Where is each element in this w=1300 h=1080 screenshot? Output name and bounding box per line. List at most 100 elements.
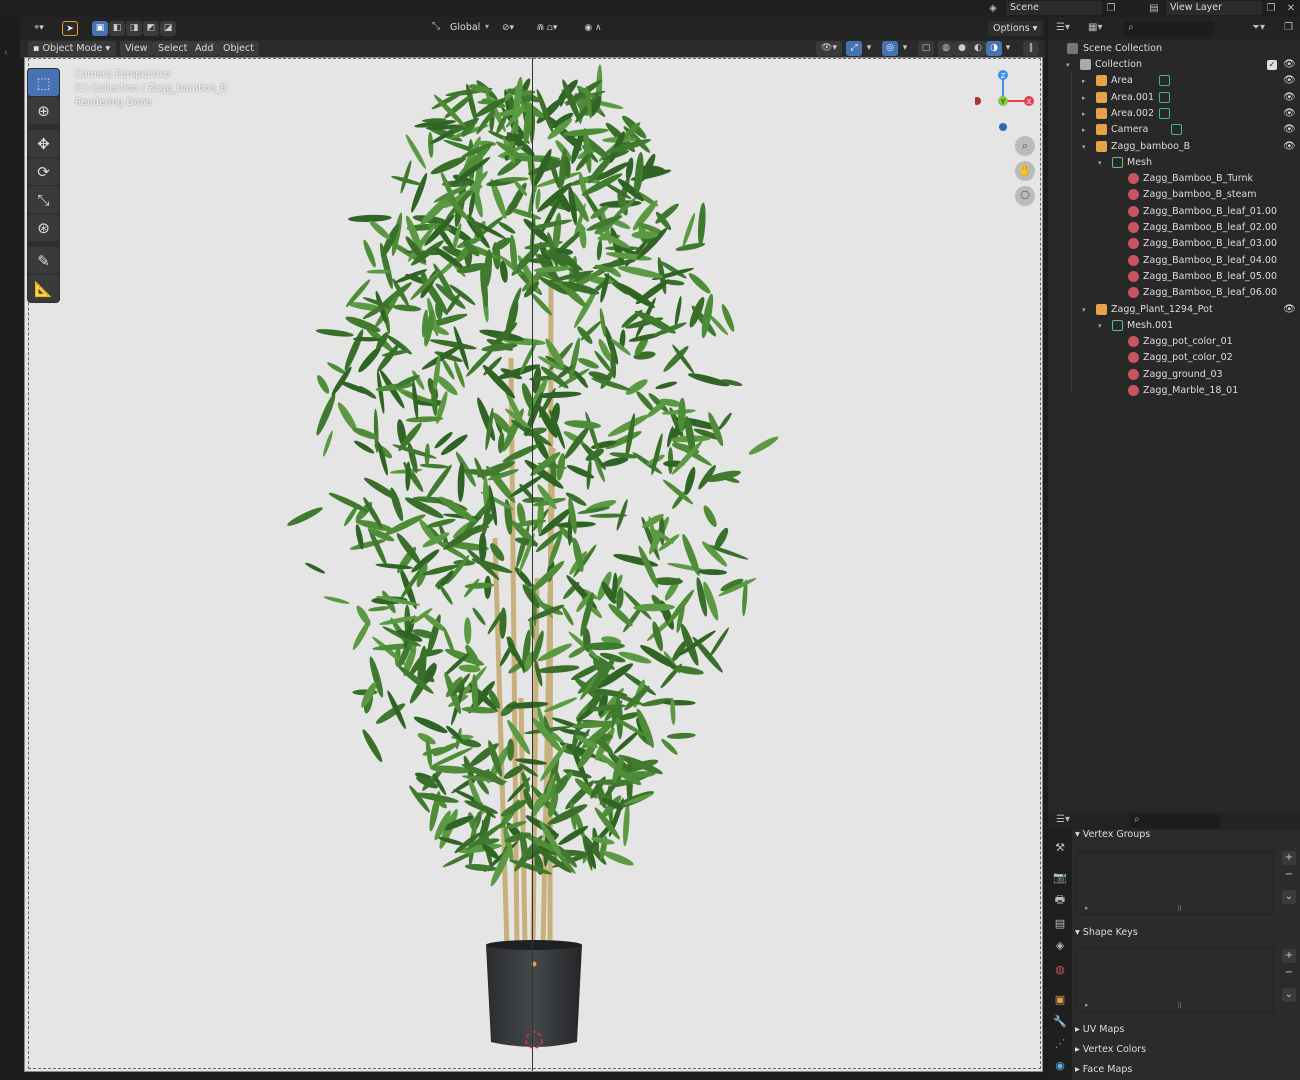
outliner-row-material[interactable]: Zagg_Bamboo_B_leaf_06.00 bbox=[1048, 285, 1300, 301]
tool-tab-icon[interactable]: ⚒ bbox=[1052, 840, 1068, 856]
vertex-group-menu-button[interactable]: ⌄ bbox=[1282, 890, 1296, 904]
collapse-arrow-icon[interactable]: ‹ bbox=[4, 48, 8, 58]
display-mode-icon[interactable]: ▦▾ bbox=[1088, 22, 1102, 33]
select-intersect-icon[interactable]: ◪ bbox=[160, 21, 176, 36]
axis-neg-z-icon[interactable] bbox=[999, 123, 1007, 131]
disclosure-triangle-icon[interactable]: ▸ bbox=[1082, 73, 1090, 89]
outliner-row-scene-collection[interactable]: Scene Collection bbox=[1048, 41, 1300, 57]
expand-icon[interactable]: ▸ bbox=[1085, 904, 1089, 912]
add-menu[interactable]: Add bbox=[190, 41, 219, 56]
xray-icon[interactable]: ▢ bbox=[918, 41, 934, 56]
move-icon[interactable]: ✥ bbox=[28, 130, 59, 157]
outliner-row-material[interactable]: Zagg_Bamboo_B_leaf_02.00 bbox=[1048, 220, 1300, 236]
disclosure-triangle-icon[interactable]: ▾ bbox=[1082, 302, 1090, 318]
outliner-row-light[interactable]: ▸ Area.001 👁 bbox=[1048, 90, 1300, 106]
physics-tab-icon[interactable]: ◉ bbox=[1052, 1058, 1068, 1074]
shape-key-menu-button[interactable]: ⌄ bbox=[1282, 988, 1296, 1002]
new-scene-icon[interactable]: ❐ bbox=[1104, 1, 1118, 15]
remove-vertex-group-button[interactable]: − bbox=[1282, 868, 1296, 882]
remove-shape-key-button[interactable]: − bbox=[1282, 966, 1296, 980]
face-maps-section[interactable]: ▸ Face Maps bbox=[1075, 1061, 1300, 1079]
properties-editor-icon[interactable]: ☰▾ bbox=[1056, 814, 1070, 825]
proportional-edit-icon[interactable]: ◉ ∧ bbox=[575, 21, 611, 36]
disclosure-triangle-icon[interactable]: ▾ bbox=[1082, 139, 1090, 155]
new-collection-icon[interactable]: ❐ bbox=[1284, 22, 1293, 33]
eye-icon[interactable]: 👁 bbox=[1283, 302, 1296, 318]
expand-icon[interactable]: ▸ bbox=[1085, 1001, 1089, 1009]
scale-icon[interactable]: ⤡ bbox=[28, 186, 59, 213]
outliner-search-input[interactable]: ⌕ bbox=[1124, 21, 1214, 36]
shape-keys-list[interactable]: ▸ ⠿ bbox=[1076, 948, 1274, 1012]
outliner-row-material[interactable]: Zagg_Bamboo_B_Turnk bbox=[1048, 171, 1300, 187]
overlay-toggle-icon[interactable]: ◎ bbox=[882, 41, 898, 56]
mode-dropdown[interactable]: ▪ Object Mode ▾ bbox=[28, 41, 116, 56]
particles-tab-icon[interactable]: ⋰ bbox=[1052, 1036, 1068, 1052]
3d-viewport[interactable]: Camera Perspective (1) Collection | Zagg… bbox=[24, 57, 1043, 1072]
outliner-row-material[interactable]: Zagg_bamboo_B_steam bbox=[1048, 187, 1300, 203]
pause-render-icon[interactable]: ‖ bbox=[1023, 41, 1039, 56]
eye-icon[interactable]: 👁 bbox=[1283, 106, 1296, 122]
pivot-icon[interactable]: ⊘▾ bbox=[500, 21, 516, 36]
vertex-colors-section[interactable]: ▸ Vertex Colors bbox=[1075, 1041, 1300, 1059]
eye-icon[interactable]: 👁 bbox=[1283, 122, 1296, 138]
vertex-groups-section[interactable]: ▾ Vertex Groups bbox=[1075, 826, 1300, 844]
object-data-icon[interactable] bbox=[1171, 124, 1182, 136]
material-shading-icon[interactable]: ◐ bbox=[970, 41, 986, 56]
shading-dropdown-icon[interactable]: ▾ bbox=[1002, 41, 1014, 56]
outliner-editor-icon[interactable]: ☰▾ bbox=[1056, 22, 1070, 33]
object-data-icon[interactable] bbox=[1159, 75, 1170, 87]
disclosure-triangle-icon[interactable]: ▸ bbox=[1082, 90, 1090, 106]
close-icon[interactable]: ✕ bbox=[1284, 1, 1298, 15]
object-menu[interactable]: Object bbox=[218, 41, 259, 56]
render-tab-icon[interactable]: 📷 bbox=[1052, 870, 1068, 886]
select-box-icon[interactable]: ⬚ bbox=[28, 69, 59, 96]
add-shape-key-button[interactable]: + bbox=[1282, 949, 1296, 963]
eye-icon[interactable]: 👁 bbox=[1283, 57, 1296, 73]
view-menu[interactable]: View bbox=[120, 41, 153, 56]
solid-shading-icon[interactable]: ● bbox=[954, 41, 970, 56]
outliner-row-material[interactable]: Zagg_ground_03 bbox=[1048, 367, 1300, 383]
zoom-icon[interactable]: ⌕ bbox=[1015, 136, 1035, 156]
outliner-row-collection[interactable]: ▾ Collection ✓ 👁 bbox=[1048, 57, 1300, 73]
view-layer-tab-icon[interactable]: ▤ bbox=[1052, 916, 1068, 932]
annotate-icon[interactable]: ✎ bbox=[28, 247, 59, 274]
shape-keys-section[interactable]: ▾ Shape Keys bbox=[1075, 924, 1300, 942]
gizmo-dropdown-icon[interactable]: ▾ bbox=[863, 41, 875, 56]
outliner-row-material[interactable]: Zagg_Marble_18_01 bbox=[1048, 383, 1300, 399]
rendered-shading-icon[interactable]: ◑ bbox=[986, 41, 1002, 56]
disclosure-triangle-icon[interactable]: ▾ bbox=[1066, 57, 1074, 73]
uv-maps-section[interactable]: ▸ UV Maps bbox=[1075, 1021, 1300, 1039]
outliner-row-material[interactable]: Zagg_pot_color_02 bbox=[1048, 350, 1300, 366]
add-vertex-group-button[interactable]: + bbox=[1282, 851, 1296, 865]
gizmo-toggle-icon[interactable]: ⤢ bbox=[846, 41, 862, 56]
outliner-row-material[interactable]: Zagg_Bamboo_B_leaf_05.00 bbox=[1048, 269, 1300, 285]
transform-icon[interactable]: ⊛ bbox=[28, 214, 59, 241]
navigation-gizmo[interactable]: Z X Y bbox=[975, 70, 1037, 132]
eye-icon[interactable]: 👁 bbox=[1283, 73, 1296, 89]
camera-view-icon[interactable]: ⎔ bbox=[1015, 186, 1035, 206]
editor-type-icon[interactable]: ⌖▾ bbox=[28, 21, 50, 36]
outliner-row-mesh[interactable]: ▾ Mesh.001 bbox=[1048, 318, 1300, 334]
new-view-layer-icon[interactable]: ❐ bbox=[1264, 1, 1278, 15]
view-layer-icon[interactable]: ▤ bbox=[1144, 1, 1164, 15]
outliner-row-material[interactable]: Zagg_Bamboo_B_leaf_03.00 bbox=[1048, 236, 1300, 252]
resize-handle-icon[interactable]: ⠿ bbox=[1177, 905, 1182, 913]
outliner-row-object[interactable]: ▾ Zagg_bamboo_B 👁 bbox=[1048, 139, 1300, 155]
overlay-dropdown-icon[interactable]: ▾ bbox=[899, 41, 911, 56]
outliner-row-material[interactable]: Zagg_Bamboo_B_leaf_01.00 bbox=[1048, 204, 1300, 220]
scene-icon[interactable]: ◈ bbox=[983, 1, 1003, 15]
outliner-row-camera[interactable]: ▸ Camera 👁 bbox=[1048, 122, 1300, 138]
outliner-row-material[interactable]: Zagg_pot_color_01 bbox=[1048, 334, 1300, 350]
object-data-icon[interactable] bbox=[1159, 107, 1170, 119]
select-tool-icon[interactable]: ➤ bbox=[62, 21, 78, 36]
select-new-icon[interactable]: ▣ bbox=[92, 21, 108, 36]
select-extend-icon[interactable]: ◧ bbox=[109, 21, 125, 36]
eye-icon[interactable]: 👁 bbox=[1283, 139, 1296, 155]
wireframe-shading-icon[interactable]: ◍ bbox=[938, 41, 954, 56]
resize-handle-icon[interactable]: ⠿ bbox=[1177, 1002, 1182, 1010]
object-data-icon[interactable] bbox=[1159, 91, 1170, 103]
visibility-icon[interactable]: 👁▾ bbox=[816, 41, 842, 56]
filter-icon[interactable]: ⏷▾ bbox=[1252, 22, 1265, 33]
modifier-tab-icon[interactable]: 🔧 bbox=[1052, 1014, 1068, 1030]
outliner-row-object[interactable]: ▾ Zagg_Plant_1294_Pot 👁 bbox=[1048, 302, 1300, 318]
